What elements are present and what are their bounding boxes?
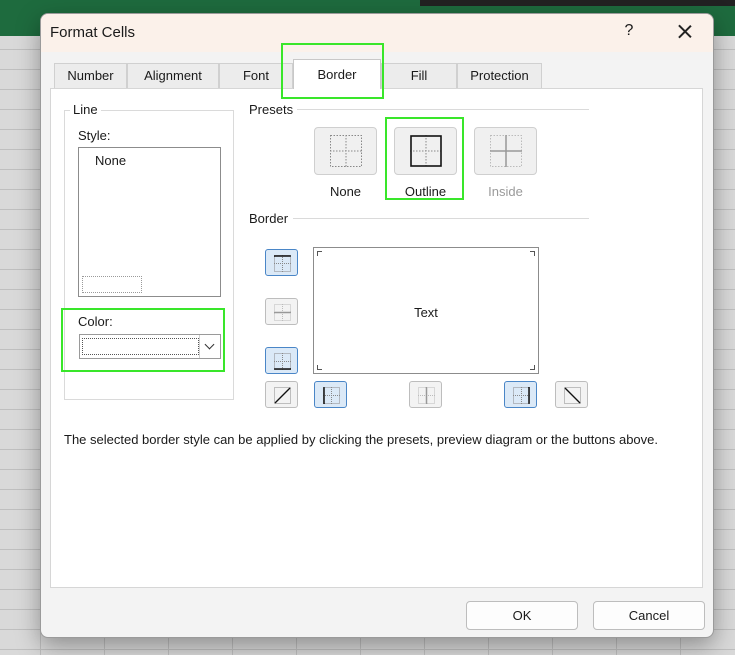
style-dotted-option[interactable] (82, 276, 142, 293)
preset-none-button[interactable] (314, 127, 377, 175)
preset-inside-label: Inside (488, 184, 523, 199)
preview-corner-mark (317, 365, 322, 370)
border-left-icon (323, 387, 340, 404)
border-bottom-icon (274, 353, 291, 370)
tab-border[interactable]: Border (293, 59, 381, 89)
border-middle-vertical-button[interactable] (409, 381, 442, 408)
border-middle-horizontal-button[interactable] (265, 298, 298, 325)
ok-button[interactable]: OK (466, 601, 578, 630)
border-top-icon (274, 255, 291, 272)
border-middle-vertical-icon (418, 387, 435, 404)
preset-outline-button[interactable] (394, 127, 457, 175)
chevron-down-icon[interactable] (199, 335, 220, 358)
preset-inside-icon (490, 135, 522, 167)
color-label: Color: (78, 314, 113, 329)
help-button[interactable]: ? (619, 22, 639, 40)
presets-label: Presets (249, 102, 294, 117)
border-diagonal-down-button[interactable] (555, 381, 588, 408)
border-divider (293, 218, 589, 219)
preset-inside-button[interactable] (474, 127, 537, 175)
dialog-titlebar: Format Cells ? (41, 14, 713, 52)
style-none-option[interactable]: None (95, 153, 126, 168)
border-left-button[interactable] (314, 381, 347, 408)
tab-alignment[interactable]: Alignment (127, 63, 219, 88)
tab-font[interactable]: Font (219, 63, 293, 88)
border-middle-horizontal-icon (274, 304, 291, 321)
tab-fill[interactable]: Fill (381, 63, 457, 88)
preview-corner-mark (530, 365, 535, 370)
format-cells-dialog: Format Cells ? Number Alignment Font Bor… (40, 13, 714, 638)
border-diagonal-up-button[interactable] (265, 381, 298, 408)
preset-none-icon (330, 135, 362, 167)
preset-none-label: None (329, 184, 362, 199)
line-style-list[interactable]: None (78, 147, 221, 297)
border-right-icon (513, 387, 530, 404)
border-right-button[interactable] (504, 381, 537, 408)
preset-outline-icon (410, 135, 442, 167)
close-icon[interactable] (675, 22, 695, 42)
border-diagonal-down-icon (564, 387, 581, 404)
preview-text: Text (414, 305, 438, 320)
preset-outline-label: Outline (404, 184, 447, 199)
preview-corner-mark (530, 251, 535, 256)
border-diagonal-up-icon (274, 387, 291, 404)
presets-divider (297, 109, 589, 110)
border-preview[interactable]: Text (313, 247, 539, 374)
color-swatch (82, 338, 199, 355)
tab-protection[interactable]: Protection (457, 63, 542, 88)
style-label: Style: (78, 128, 111, 143)
border-description: The selected border style can be applied… (64, 432, 659, 447)
color-dropdown[interactable] (79, 334, 221, 359)
border-bottom-button[interactable] (265, 347, 298, 374)
border-label: Border (249, 211, 289, 226)
cancel-button[interactable]: Cancel (593, 601, 705, 630)
border-top-button[interactable] (265, 249, 298, 276)
titlebar-edge (420, 0, 735, 6)
line-group-label: Line (70, 102, 101, 117)
dialog-title: Format Cells (50, 24, 136, 41)
tab-number[interactable]: Number (54, 63, 127, 88)
tab-content-border: Line Style: None Color: Presets None Out… (50, 88, 703, 588)
preview-corner-mark (317, 251, 322, 256)
